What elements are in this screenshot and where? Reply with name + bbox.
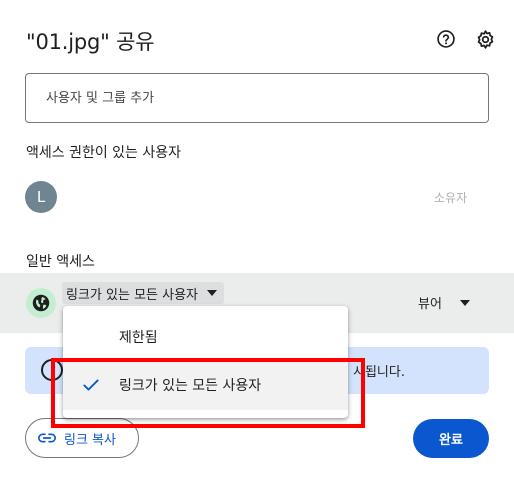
caret-down-icon — [207, 290, 217, 296]
menu-item-label: 제한됨 — [119, 330, 158, 346]
avatar: L — [25, 181, 57, 213]
people-with-access-heading: 액세스 권한이 있는 사용자 — [26, 145, 182, 161]
copy-link-label: 링크 복사 — [64, 432, 116, 448]
done-button[interactable]: 완료 — [413, 419, 489, 458]
owner-role-label: 소유자 — [434, 191, 468, 205]
role-select-label: 뷰어 — [418, 297, 442, 312]
highlight-box — [51, 358, 365, 428]
globe-badge — [26, 288, 56, 318]
gear-icon — [477, 29, 493, 49]
menu-item-restricted[interactable]: 제한됨 — [63, 312, 348, 362]
share-dialog: "01.jpg" 공유 액세스 권한이 있는 사용자 L 소유자 일반 액세스 — [0, 0, 514, 483]
settings-button[interactable] — [474, 28, 496, 50]
caret-down-icon — [459, 299, 470, 306]
help-button[interactable] — [435, 28, 457, 50]
globe-icon — [32, 294, 50, 312]
add-people-input[interactable] — [25, 73, 489, 123]
role-select[interactable]: 뷰어 — [418, 293, 470, 312]
help-circle-icon — [437, 30, 455, 48]
link-access-select-label: 링크가 있는 모든 사용자 — [66, 287, 198, 303]
general-access-heading: 일반 액세스 — [26, 254, 95, 270]
dialog-title: "01.jpg" 공유 — [26, 30, 155, 54]
link-icon — [38, 433, 56, 443]
link-access-select[interactable]: 링크가 있는 모든 사용자 — [62, 282, 224, 304]
